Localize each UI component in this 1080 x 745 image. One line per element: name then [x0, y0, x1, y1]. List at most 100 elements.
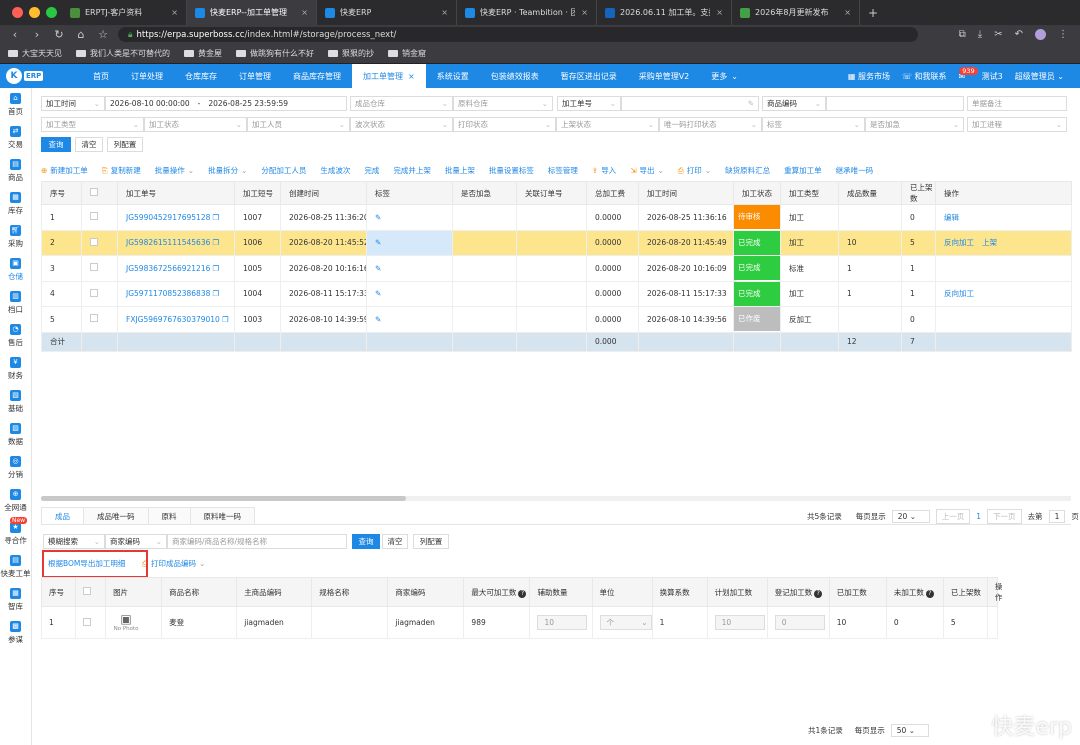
home-icon[interactable]: ⌂ [70, 28, 92, 41]
edit-icon[interactable]: ✎ [375, 238, 381, 247]
unit-select[interactable]: 个 ⌄ [591, 606, 653, 639]
browser-tab[interactable]: 快麦ERP--加工单管理 × [187, 0, 317, 25]
copy-icon[interactable]: ❐ [222, 315, 229, 324]
user-name[interactable]: 测试3 [982, 71, 1003, 82]
sidebar-item[interactable]: ▨ 数据 [0, 418, 31, 451]
column-header[interactable]: 操作 [986, 577, 1002, 607]
plan-qty-input[interactable]: 10 [706, 606, 768, 639]
star-icon[interactable]: ☆ [92, 28, 114, 41]
help-icon[interactable]: ? [814, 589, 823, 598]
action-button[interactable]: 分配加工人员 [261, 165, 306, 176]
sidebar-item[interactable]: ▥ 档口 [0, 286, 31, 319]
column-header[interactable]: 关联订单号 [516, 181, 587, 205]
nav-item[interactable]: 更多 ⌄ [700, 64, 749, 88]
aux-qty-input[interactable]: 10 [529, 606, 593, 639]
action-button[interactable]: ⊕ 新建加工单 [41, 165, 88, 176]
finished-warehouse-select[interactable]: 成品仓库 ⌄ [350, 96, 453, 111]
column-header[interactable] [81, 181, 118, 205]
bookmark-folder[interactable]: 大宝天天见 [8, 48, 62, 59]
tag-cell[interactable]: ✎ [366, 229, 453, 256]
sidebar-item[interactable]: ⌂ 首页 [0, 88, 31, 121]
select-all-checkbox[interactable] [90, 188, 98, 196]
action-button[interactable]: ⎙ 打印 ⌄ [678, 165, 711, 176]
progress-select[interactable]: 加工进程 ⌄ [967, 117, 1067, 132]
menu-icon[interactable]: ⋮ [1058, 29, 1068, 40]
current-page[interactable]: 1 [976, 512, 981, 521]
close-icon[interactable]: × [408, 72, 415, 81]
action-button[interactable]: ⇪ 导入 [592, 165, 616, 176]
forward-arrow-icon[interactable]: › [26, 28, 48, 41]
column-header[interactable]: 加工时间 [638, 181, 734, 205]
bookmark-folder[interactable]: 黄金屋 [184, 48, 222, 59]
checkbox[interactable] [90, 237, 98, 246]
column-header[interactable]: 登记加工数? [766, 577, 830, 607]
column-header[interactable]: 未加工数? [885, 577, 944, 607]
action-button[interactable]: 完成并上架 [393, 165, 431, 176]
tab-close-icon[interactable]: × [575, 8, 588, 17]
code-type-select[interactable]: 商品编码 ⌄ [762, 96, 826, 111]
sidebar-item[interactable]: ▩ 参谋 [0, 616, 31, 649]
raw-warehouse-select[interactable]: 原料仓库 ⌄ [453, 96, 553, 111]
column-header[interactable]: 换算系数 [651, 577, 708, 607]
column-header[interactable]: 主商品编码 [236, 577, 313, 607]
checkbox[interactable] [90, 263, 98, 272]
action-button[interactable]: ⎘ 复制新建 [102, 165, 141, 176]
search-mode-select[interactable]: 模糊搜索 ⌄ [43, 534, 105, 549]
checkbox[interactable] [90, 314, 98, 323]
service-market-link[interactable]: ▦ 服务市场 [848, 71, 890, 82]
tab-close-icon[interactable]: × [710, 8, 723, 17]
process-type-select[interactable]: 加工类型 ⌄ [41, 117, 144, 132]
row-op-link[interactable]: 编辑 [944, 213, 959, 222]
sidebar-item[interactable]: ◔ 售后 [0, 319, 31, 352]
remark-input[interactable]: 单据备注 [967, 96, 1067, 111]
action-button[interactable]: 批量上架 [445, 165, 475, 176]
detail-query-button[interactable]: 查询 [352, 534, 380, 549]
action-button[interactable]: 重算加工单 [784, 165, 822, 176]
checkbox[interactable] [90, 212, 98, 221]
copy-icon[interactable]: ❐ [212, 238, 219, 247]
horizontal-scrollbar[interactable] [41, 496, 1071, 501]
action-button[interactable]: 批量设置标签 [489, 165, 534, 176]
process-status-select[interactable]: 加工状态 ⌄ [144, 117, 247, 132]
column-header[interactable]: 成品数量 [838, 181, 902, 205]
column-header[interactable]: 加工类型 [780, 181, 839, 205]
detail-tab[interactable]: 原料 [147, 507, 191, 524]
reload-icon[interactable]: ↻ [48, 28, 70, 41]
sidebar-item[interactable]: ⇄ 交易 [0, 121, 31, 154]
edit-icon[interactable]: ✎ [748, 99, 754, 108]
action-button[interactable]: 标签管理 [548, 165, 578, 176]
browser-tab[interactable]: 2026.06.11 加工单。支持成品× [597, 0, 732, 25]
worker-select[interactable]: 加工人员 ⌄ [247, 117, 350, 132]
sidebar-item[interactable]: ▣ 仓储 [0, 253, 31, 286]
action-button[interactable]: 批量操作 ⌄ [155, 165, 194, 176]
maximize-window-button[interactable] [46, 7, 57, 18]
minimize-window-button[interactable] [29, 7, 40, 18]
bookmark-folder[interactable]: 做跳狗有什么不好 [236, 48, 314, 59]
tab-close-icon[interactable]: × [435, 8, 448, 17]
tag-cell[interactable]: ✎ [366, 306, 453, 333]
user-role[interactable]: 超级管理员 ⌄ [1015, 71, 1064, 82]
action-button[interactable]: 继承唯一码 [836, 165, 874, 176]
nav-item[interactable]: 订单管理 [228, 64, 282, 88]
order-no[interactable]: FXJG5969767630379010 ❐ [117, 306, 235, 333]
checkbox[interactable] [90, 288, 98, 297]
copy-icon[interactable]: ❐ [212, 213, 219, 222]
select-all-checkbox[interactable] [83, 587, 92, 595]
sidebar-item[interactable]: ▤ 快麦工单 [0, 550, 31, 583]
action-button[interactable]: 生成波次 [320, 165, 350, 176]
row-checkbox[interactable] [81, 229, 118, 256]
help-icon[interactable]: ? [518, 589, 527, 598]
action-button[interactable]: ⇲ 导出 ⌄ [630, 165, 664, 176]
sidebar-item[interactable]: ¥ 财务 [0, 352, 31, 385]
column-header[interactable]: 是否加急 [452, 181, 517, 205]
edit-icon[interactable]: ✎ [375, 264, 381, 273]
nav-item[interactable]: 加工单管理 × [352, 64, 426, 88]
print-status-select[interactable]: 打印状态 ⌄ [453, 117, 556, 132]
prev-page-button[interactable]: 上一页 [935, 509, 971, 524]
browser-tab[interactable]: 快麦ERP × [317, 0, 457, 25]
column-header[interactable]: 商品名称 [161, 577, 238, 607]
table-row[interactable]: 2 JG5982615111545636 ❐ 1006 2026-08-20 11:45… [41, 229, 1072, 256]
browser-tab[interactable]: 2026年8月更新发布 × [732, 0, 860, 25]
order-no-type-select[interactable]: 加工单号 ⌄ [557, 96, 621, 111]
clear-button[interactable]: 清空 [75, 137, 103, 152]
